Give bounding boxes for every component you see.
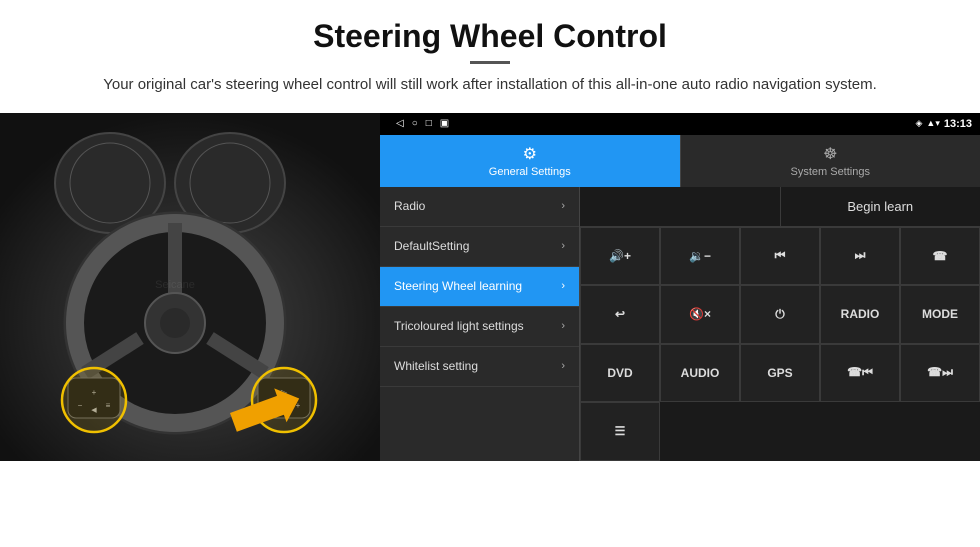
general-settings-icon: ⚙ <box>523 144 537 164</box>
menu-panel: Radio › DefaultSetting › Steering Wheel … <box>380 187 580 461</box>
menu-item-steering[interactable]: Steering Wheel learning › <box>380 267 579 307</box>
tab-general-settings[interactable]: ⚙ General Settings <box>380 135 680 187</box>
mute-button[interactable]: 🔇× <box>660 285 740 344</box>
system-settings-icon: ☸ <box>823 144 837 164</box>
power-button[interactable]: ⏻ <box>740 285 820 344</box>
phone-icon: ☎ <box>933 249 948 263</box>
steering-chevron-icon: › <box>561 280 565 292</box>
list-button[interactable]: ☰ <box>580 402 660 461</box>
home-nav-icon[interactable]: ○ <box>412 118 418 129</box>
begin-learn-button[interactable]: Begin learn <box>781 187 980 226</box>
list-icon: ☰ <box>615 424 626 438</box>
main-content: Radio › DefaultSetting › Steering Wheel … <box>380 187 980 461</box>
power-icon: ⏻ <box>775 307 785 322</box>
audio-button[interactable]: AUDIO <box>660 344 740 403</box>
next-track-button[interactable]: ⏭ <box>820 227 900 286</box>
vol-up-icon: 🔊+ <box>609 249 631 263</box>
recent-nav-icon[interactable]: □ <box>426 118 432 129</box>
page-container: Steering Wheel Control Your original car… <box>0 0 980 547</box>
menu-item-whitelist[interactable]: Whitelist setting › <box>380 347 579 387</box>
menu-item-tricolour[interactable]: Tricoloured light settings › <box>380 307 579 347</box>
button-grid: 🔊+ 🔉− ⏮ ⏭ ☎ <box>580 227 980 461</box>
mode-button[interactable]: MODE <box>900 285 980 344</box>
menu-item-radio[interactable]: Radio › <box>380 187 579 227</box>
begin-learn-row: Begin learn <box>580 187 980 227</box>
gps-label: GPS <box>767 366 792 380</box>
tricolour-chevron-icon: › <box>561 320 565 332</box>
tel-next-button[interactable]: ☎⏭ <box>900 344 980 403</box>
control-panel: Begin learn 🔊+ 🔉− ⏮ <box>580 187 980 461</box>
menu-item-default[interactable]: DefaultSetting › <box>380 227 579 267</box>
tel-prev-icon: ☎⏮ <box>847 365 873 380</box>
back-nav-icon[interactable]: ◁ <box>396 118 404 129</box>
subtitle-text: Your original car's steering wheel contr… <box>80 74 900 97</box>
radio-chevron-icon: › <box>561 200 565 212</box>
mode-label: MODE <box>922 307 958 321</box>
tab-row: ⚙ General Settings ☸ System Settings <box>380 135 980 187</box>
car-image-panel: + − ◀ ≡ ▷ ◁ ◈ + <box>0 113 380 461</box>
begin-learn-empty <box>580 187 781 226</box>
mute-icon: 🔇× <box>689 307 711 321</box>
tel-prev-button[interactable]: ☎⏮ <box>820 344 900 403</box>
svg-text:Seicane: Seicane <box>155 279 195 291</box>
page-title: Steering Wheel Control <box>60 18 920 55</box>
audio-label: AUDIO <box>681 366 720 380</box>
content-area: + − ◀ ≡ ▷ ◁ ◈ + <box>0 113 980 547</box>
status-bar-left: ◁ ○ □ ▣ <box>388 118 912 129</box>
hook-button[interactable]: ↩ <box>580 285 660 344</box>
gps-button[interactable]: GPS <box>740 344 820 403</box>
car-image-bg: + − ◀ ≡ ▷ ◁ ◈ + <box>0 113 380 461</box>
status-bar: ◁ ○ □ ▣ ◈ ▲▾ 13:13 <box>380 113 980 135</box>
radio-button[interactable]: RADIO <box>820 285 900 344</box>
android-panel: ◁ ○ □ ▣ ◈ ▲▾ 13:13 ⚙ General Settings ☸ … <box>380 113 980 461</box>
tel-next-icon: ☎⏭ <box>927 365 953 380</box>
radio-label: RADIO <box>841 307 880 321</box>
dvd-button[interactable]: DVD <box>580 344 660 403</box>
header-section: Steering Wheel Control Your original car… <box>0 0 980 105</box>
next-track-icon: ⏭ <box>855 248 866 263</box>
prev-track-icon: ⏮ <box>775 248 786 263</box>
phone-button[interactable]: ☎ <box>900 227 980 286</box>
default-chevron-icon: › <box>561 240 565 252</box>
vol-up-button[interactable]: 🔊+ <box>580 227 660 286</box>
vol-down-icon: 🔉− <box>689 249 711 263</box>
whitelist-chevron-icon: › <box>561 360 565 372</box>
hook-icon: ↩ <box>615 307 625 321</box>
prev-track-button[interactable]: ⏮ <box>740 227 820 286</box>
dvd-label: DVD <box>607 366 632 380</box>
vol-down-button[interactable]: 🔉− <box>660 227 740 286</box>
status-time: 13:13 <box>944 118 972 130</box>
tab-system-settings[interactable]: ☸ System Settings <box>680 135 980 187</box>
title-divider <box>470 61 510 64</box>
tab-general-label: General Settings <box>489 166 571 178</box>
tab-system-label: System Settings <box>791 166 870 178</box>
location-icon: ◈ <box>916 118 923 129</box>
cast-nav-icon[interactable]: ▣ <box>440 118 449 129</box>
wifi-signal-icon: ▲▾ <box>926 118 939 129</box>
